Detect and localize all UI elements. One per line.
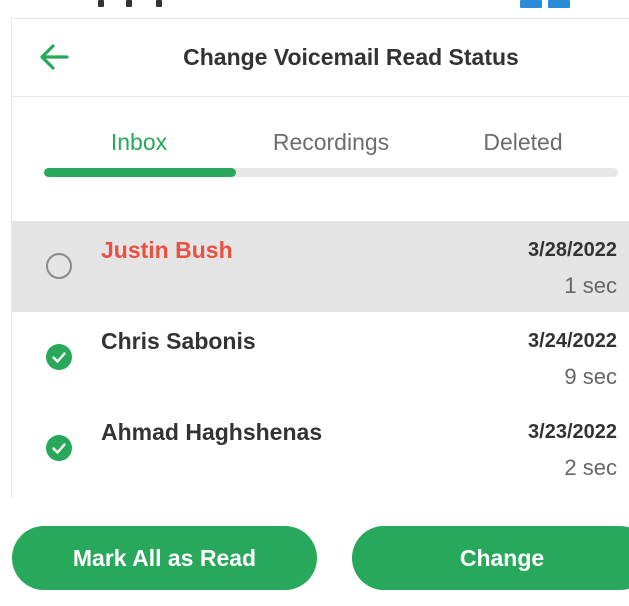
- voicemail-duration: 1 sec: [564, 273, 617, 298]
- voicemail-read-status-screen: Change Voicemail Read Status Inbox Recor…: [0, 0, 629, 606]
- caller-name: Ahmad Haghshenas: [101, 419, 323, 445]
- arrow-left-icon: [37, 42, 71, 77]
- voicemail-date: 3/24/2022: [528, 330, 617, 352]
- change-read-status-panel: Change Voicemail Read Status Inbox Recor…: [11, 18, 629, 498]
- caller-name: Chris Sabonis: [101, 328, 256, 354]
- mark-all-as-read-button[interactable]: Mark All as Read: [12, 526, 317, 590]
- tab-inbox[interactable]: Inbox: [43, 129, 235, 156]
- background-screen-edge: [0, 0, 629, 20]
- page-title: Change Voicemail Read Status: [183, 44, 519, 70]
- action-footer: Mark All as Read Change: [0, 498, 629, 606]
- voicemail-date: 3/28/2022: [528, 239, 617, 261]
- tab-deleted[interactable]: Deleted: [427, 129, 619, 156]
- active-tab-indicator: [44, 168, 236, 177]
- voicemail-duration: 2 sec: [564, 455, 617, 480]
- voicemail-tabs: Inbox Recordings Deleted: [43, 129, 619, 169]
- panel-header: Change Voicemail Read Status: [12, 19, 629, 97]
- voicemail-row[interactable]: Justin Bush 3/28/2022 1 sec: [12, 221, 629, 312]
- voicemail-row[interactable]: Chris Sabonis 3/24/2022 9 sec: [12, 312, 629, 403]
- tab-recordings[interactable]: Recordings: [235, 129, 427, 156]
- voicemail-duration: 9 sec: [564, 364, 617, 389]
- unchecked-circle-icon[interactable]: [45, 252, 73, 280]
- voicemail-list: Justin Bush 3/28/2022 1 sec Chris Saboni…: [12, 221, 629, 498]
- checked-circle-icon[interactable]: [45, 434, 73, 462]
- caller-name: Justin Bush: [101, 237, 233, 263]
- back-button[interactable]: [34, 41, 74, 77]
- checked-circle-icon[interactable]: [45, 343, 73, 371]
- change-button[interactable]: Change: [352, 526, 629, 590]
- voicemail-row[interactable]: Ahmad Haghshenas 3/23/2022 2 sec: [12, 403, 629, 494]
- voicemail-date: 3/23/2022: [528, 421, 617, 443]
